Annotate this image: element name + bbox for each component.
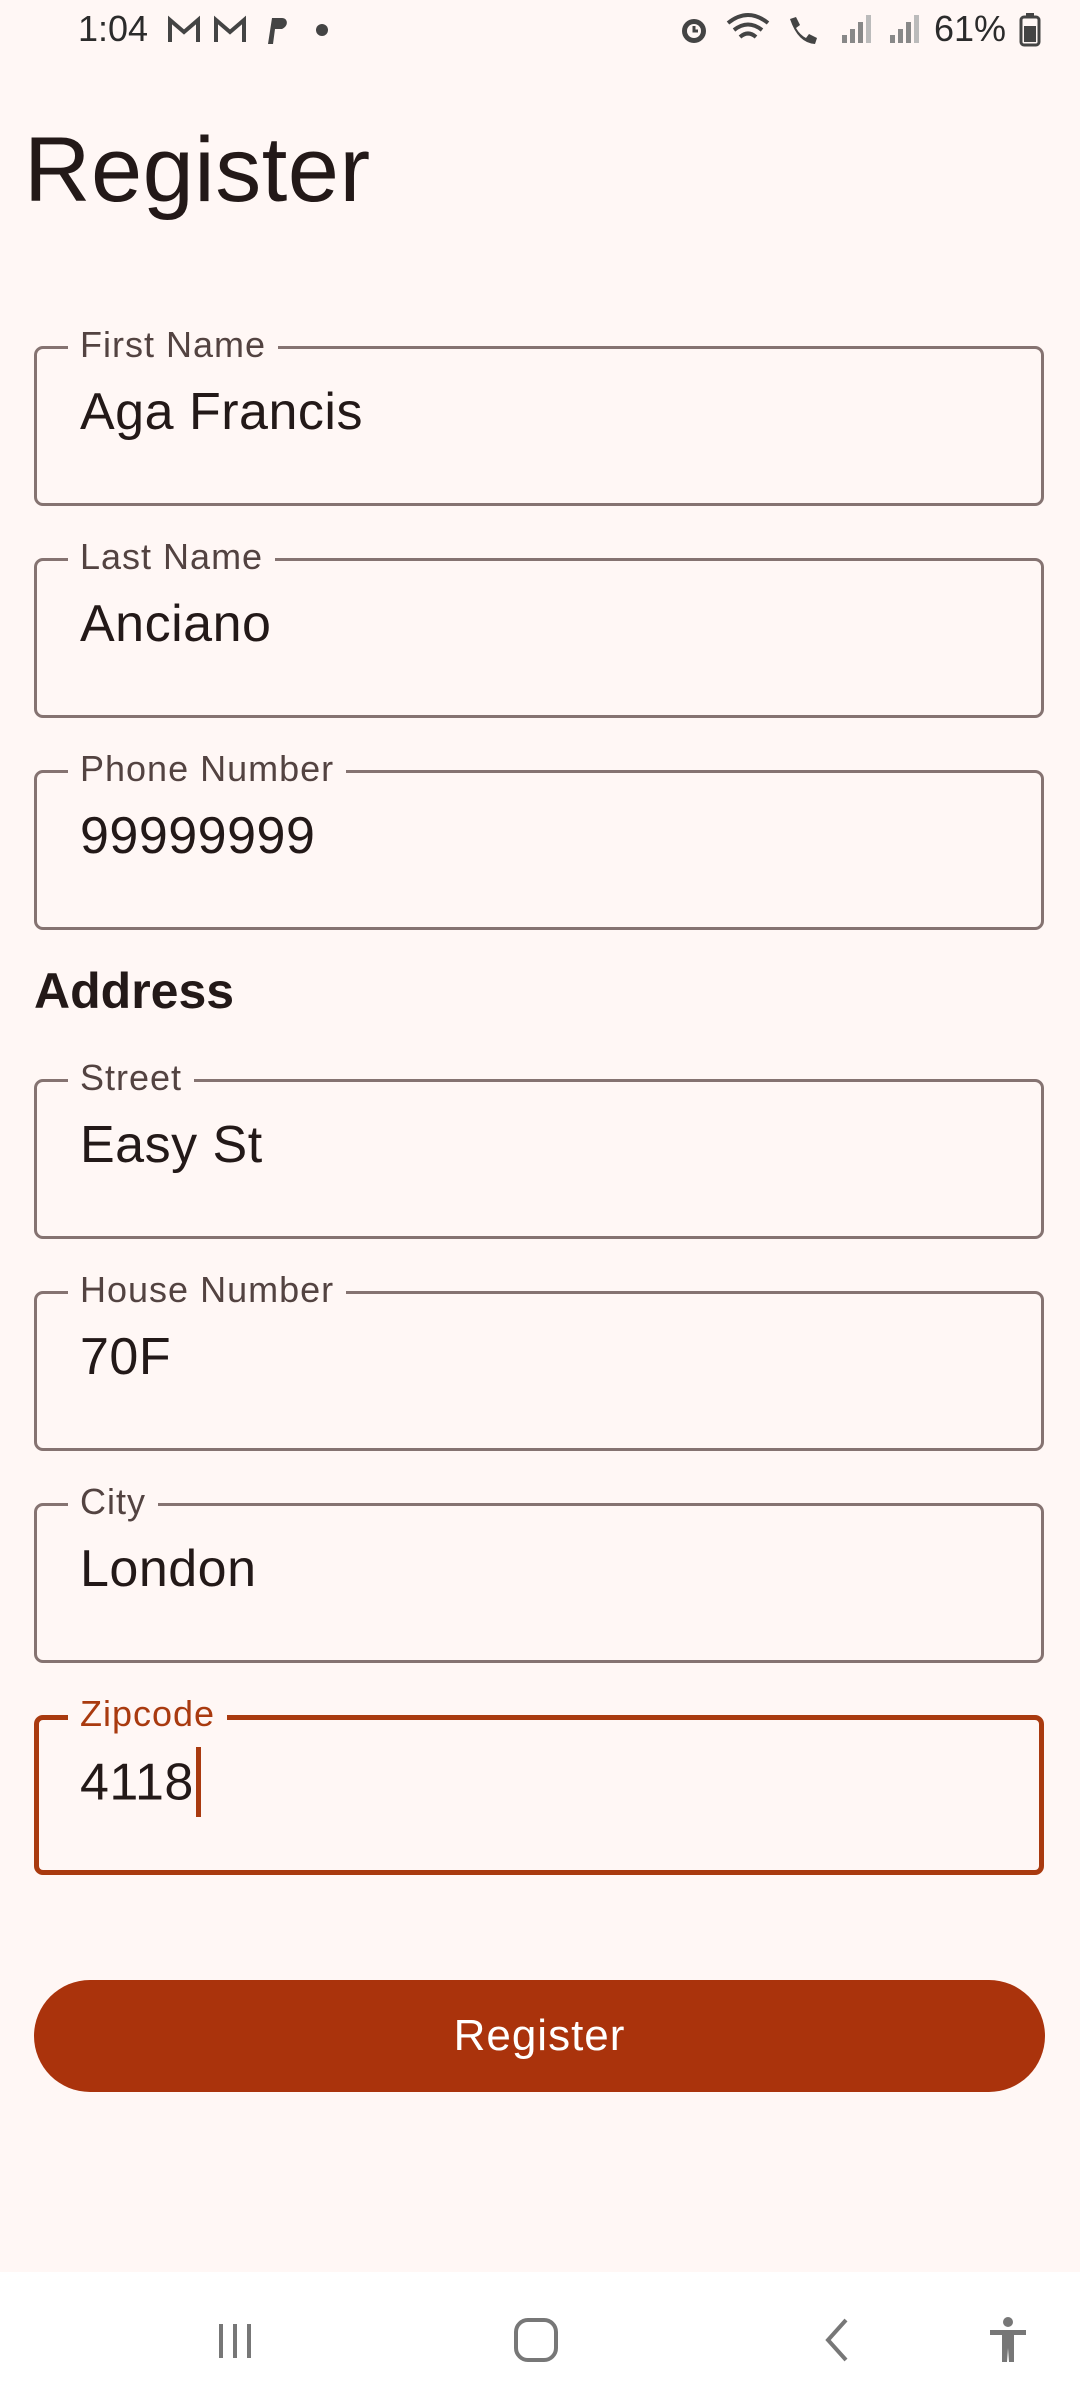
first-name-label: First Name	[68, 324, 279, 366]
city-value[interactable]: London	[80, 1539, 257, 1599]
recent-apps-icon	[219, 2324, 251, 2358]
last-name-value[interactable]: Anciano	[80, 594, 271, 654]
zipcode-field[interactable]: Zipcode 4118	[34, 1693, 1044, 1875]
zipcode-input[interactable]: 4118	[80, 1747, 201, 1821]
status-time: 1:04	[78, 8, 149, 49]
street-value[interactable]: Easy St	[80, 1115, 263, 1175]
phone-number-value[interactable]: 99999999	[80, 806, 315, 866]
home-button[interactable]	[506, 2310, 566, 2370]
navigation-bar	[0, 2272, 1080, 2408]
text-cursor	[195, 1747, 201, 1817]
house-number-field[interactable]: House Number 70F	[34, 1269, 1044, 1451]
accessibility-icon	[990, 2317, 1026, 2362]
status-bar: 1:04 61%	[0, 0, 1080, 64]
notification-icons	[166, 12, 340, 48]
house-number-value[interactable]: 70F	[80, 1327, 171, 1387]
gmail-icon	[168, 15, 200, 42]
register-button[interactable]: Register	[34, 1980, 1045, 2092]
phone-number-field[interactable]: Phone Number 99999999	[34, 748, 1044, 930]
phone-number-label: Phone Number	[68, 748, 347, 790]
city-label: City	[68, 1481, 158, 1523]
wifi-icon	[726, 13, 770, 39]
city-field[interactable]: City London	[34, 1481, 1044, 1663]
back-icon	[825, 2318, 848, 2362]
first-name-value[interactable]: Aga Francis	[80, 382, 363, 442]
signal-icon	[841, 15, 871, 43]
last-name-field[interactable]: Last Name Anciano	[34, 536, 1044, 718]
back-button[interactable]	[808, 2310, 868, 2370]
system-icons: 61%	[676, 8, 1042, 50]
wifi-call-icon	[789, 17, 817, 44]
street-field[interactable]: Street Easy St	[34, 1057, 1044, 1239]
house-number-outline	[34, 1291, 1044, 1451]
gmail-icon	[214, 15, 246, 42]
battery-icon	[1019, 13, 1041, 47]
first-name-field[interactable]: First Name Aga Francis	[34, 324, 1044, 506]
paypal-icon	[268, 18, 287, 44]
street-label: Street	[68, 1057, 195, 1099]
last-name-label: Last Name	[68, 536, 276, 578]
page-title: Register	[24, 119, 371, 221]
house-number-label: House Number	[68, 1269, 347, 1311]
home-icon	[514, 2318, 558, 2362]
dot-icon	[316, 24, 328, 36]
alarm-icon	[681, 19, 706, 43]
zipcode-value: 4118	[80, 1753, 194, 1812]
zipcode-label: Zipcode	[68, 1693, 228, 1735]
battery-percent: 61%	[933, 8, 1006, 49]
accessibility-button[interactable]	[978, 2310, 1038, 2370]
address-section-title: Address	[34, 963, 235, 1019]
recent-apps-button[interactable]	[205, 2310, 265, 2370]
signal-icon	[889, 15, 919, 43]
